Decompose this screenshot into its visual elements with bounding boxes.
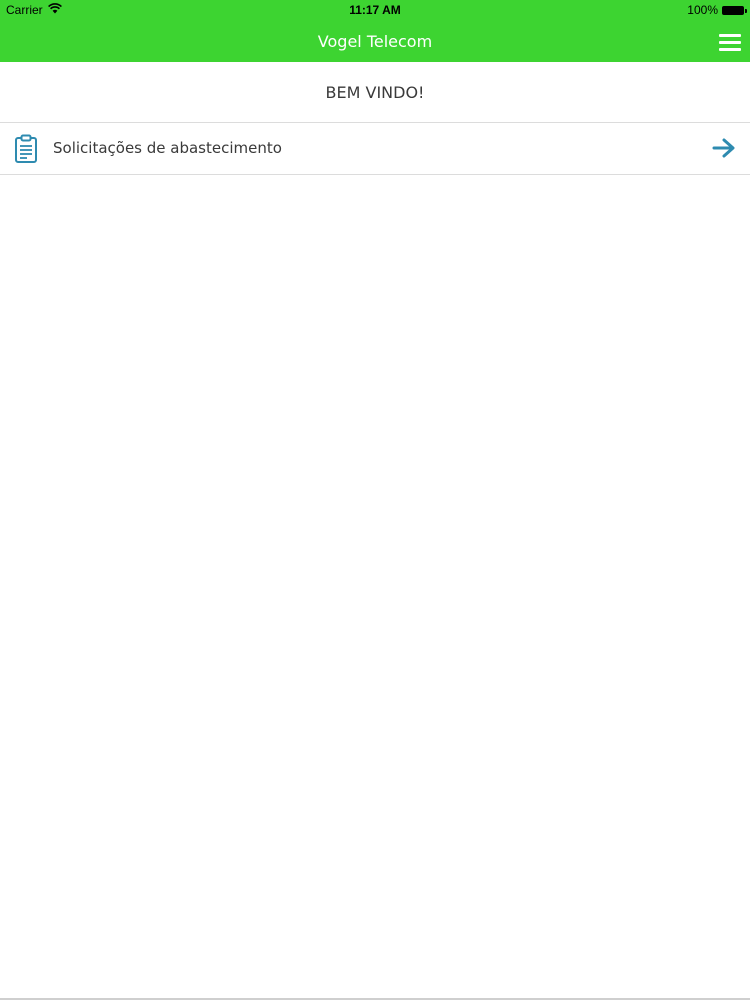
hamburger-menu-icon[interactable] xyxy=(719,32,741,52)
welcome-heading: BEM VINDO! xyxy=(0,62,750,123)
battery-icon xyxy=(722,5,747,15)
menu-item-label: Solicitações de abastecimento xyxy=(53,139,282,157)
battery-percent: 100% xyxy=(687,3,718,17)
arrow-right-icon[interactable] xyxy=(712,137,736,159)
status-bar: Carrier 11:17 AM 100% xyxy=(0,0,750,22)
menu-item-solicitacoes[interactable]: Solicitações de abastecimento xyxy=(0,123,750,175)
clipboard-icon xyxy=(14,134,40,164)
status-right: 100% xyxy=(687,3,747,17)
status-time: 11:17 AM xyxy=(349,3,401,17)
nav-title: Vogel Telecom xyxy=(317,32,433,51)
navigation-bar: Vogel Telecom xyxy=(0,22,750,62)
app-screen: Carrier 11:17 AM 100% Vogel Telecom BEM … xyxy=(0,0,750,1000)
